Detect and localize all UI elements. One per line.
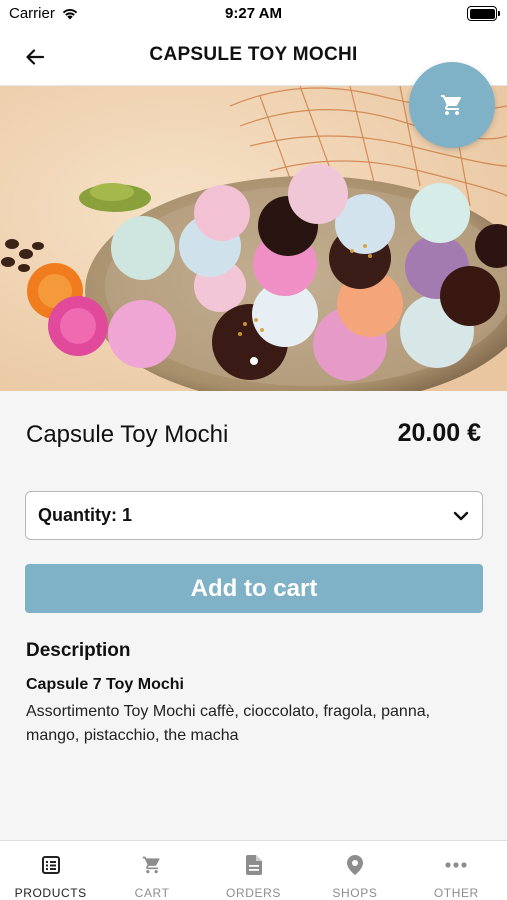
tab-bar: PRODUCTS CART ORDERS SHOPS OTHER: [0, 840, 507, 900]
cart-icon: [142, 856, 160, 874]
tab-products[interactable]: PRODUCTS: [0, 841, 101, 900]
description-subtitle: Capsule 7 Toy Mochi: [26, 676, 184, 693]
list-icon: [41, 856, 60, 874]
status-bar: Carrier 9:27 AM: [0, 0, 507, 28]
cart-icon: [441, 95, 462, 115]
quantity-label: Quantity: 1: [38, 505, 133, 525]
quantity-select[interactable]: Quantity: 1: [25, 491, 483, 540]
description-heading: Description: [26, 640, 131, 661]
tab-products-label: PRODUCTS: [14, 886, 87, 900]
tab-other[interactable]: OTHER: [406, 841, 507, 900]
more-icon: [445, 862, 467, 868]
product-price: 20.00 €: [397, 419, 481, 447]
tab-orders-label: ORDERS: [226, 886, 281, 900]
tab-cart[interactable]: CART: [101, 841, 202, 900]
tab-other-label: OTHER: [433, 886, 479, 900]
add-to-cart-button[interactable]: Add to cart: [25, 564, 483, 613]
product-name: Capsule Toy Mochi: [26, 421, 229, 448]
tab-orders[interactable]: ORDERS: [203, 841, 304, 900]
chevron-down-icon: [453, 511, 469, 521]
tab-shops-label: SHOPS: [332, 886, 378, 900]
document-icon: [245, 855, 262, 875]
description-text: Assortimento Toy Mochi caffè, cioccolato…: [26, 703, 431, 744]
add-to-cart-label: Add to cart: [190, 574, 318, 602]
carousel-dot: [250, 357, 258, 365]
product-details: Capsule Toy Mochi 20.00 € Quantity: 1 Ad…: [0, 391, 507, 840]
cart-fab-button[interactable]: [409, 62, 495, 148]
tab-cart-label: CART: [134, 886, 170, 900]
status-time: 9:27 AM: [225, 5, 282, 22]
battery-icon: [467, 6, 500, 21]
page-title: CAPSULE TOY MOCHI: [149, 44, 358, 65]
pin-icon: [346, 855, 363, 875]
tab-shops[interactable]: SHOPS: [304, 841, 405, 900]
